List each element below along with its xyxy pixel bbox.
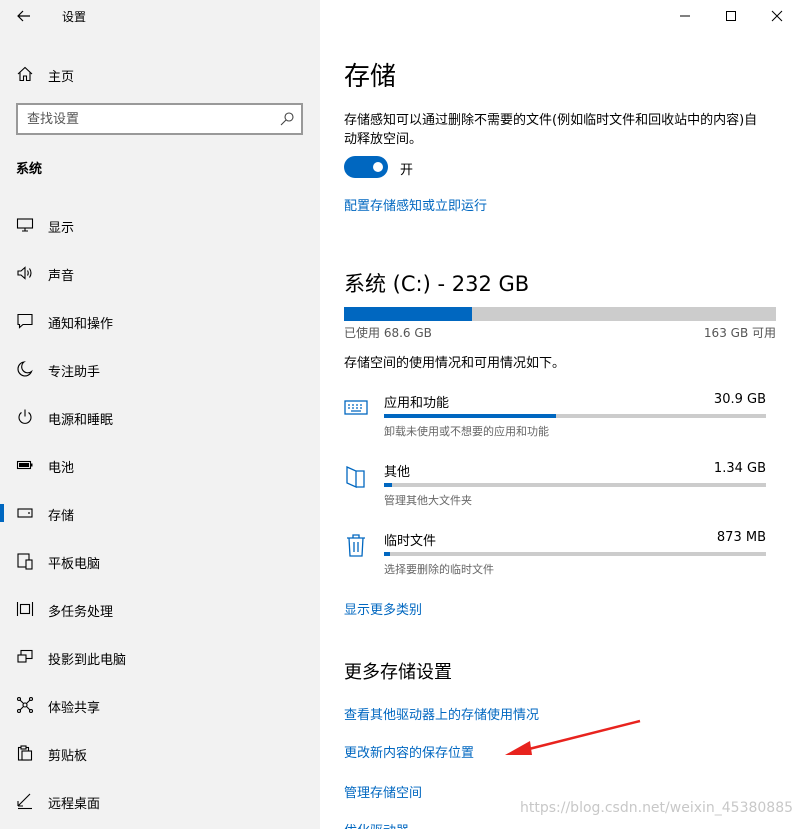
search-input[interactable] xyxy=(18,105,258,133)
sidebar-item-home[interactable]: 主页 xyxy=(0,58,320,90)
sidebar-item-label: 剪贴板 xyxy=(48,749,88,764)
category-size: 873 MB xyxy=(716,530,766,545)
sidebar-item-project[interactable]: 投影到此电脑 xyxy=(0,640,320,688)
trash-icon xyxy=(347,534,365,557)
minimize-button[interactable] xyxy=(662,0,708,32)
search-box[interactable] xyxy=(16,103,303,135)
sidebar-item-shared-experiences[interactable]: 体验共享 xyxy=(0,688,320,736)
sidebar-item-label: 多任务处理 xyxy=(48,605,114,620)
more-storage-settings-title: 更多存储设置 xyxy=(344,662,452,683)
category-bar-fill xyxy=(384,483,392,487)
minimize-icon xyxy=(680,15,690,17)
show-more-categories-link[interactable]: 显示更多类别 xyxy=(344,599,422,618)
storage-sense-description: 存储感知可以通过删除不需要的文件(例如临时文件和回收站中的内容)自动释放空间。 xyxy=(344,113,758,147)
toggle-state-label: 开 xyxy=(400,163,414,178)
sidebar: 设置 主页 系统 显示 声音 通知和操作 专注助手 xyxy=(0,0,320,829)
maximize-button[interactable] xyxy=(708,0,754,32)
share-icon xyxy=(16,696,34,714)
tablet-icon xyxy=(17,553,33,570)
drive-title: 系统 (C:) - 232 GB xyxy=(344,272,530,296)
optimize-drives-link[interactable]: 优化驱动器 xyxy=(344,820,409,829)
close-button[interactable] xyxy=(754,0,800,32)
display-icon xyxy=(16,218,34,232)
sidebar-item-label: 通知和操作 xyxy=(48,317,114,332)
page-title: 存储 xyxy=(344,62,397,92)
folder-icon xyxy=(346,465,365,489)
sidebar-item-multitasking[interactable]: 多任务处理 xyxy=(0,592,320,640)
sidebar-item-label: 存储 xyxy=(48,509,75,524)
sidebar-item-label: 电池 xyxy=(48,461,75,476)
home-icon xyxy=(17,66,33,82)
toggle-knob xyxy=(373,162,383,172)
category-bar xyxy=(384,414,766,418)
notification-icon xyxy=(17,313,33,329)
window-controls xyxy=(662,0,800,32)
configure-storage-sense-link[interactable]: 配置存储感知或立即运行 xyxy=(344,195,487,214)
usage-description: 存储空间的使用情况和可用情况如下。 xyxy=(344,356,566,371)
category-temp-files[interactable]: 临时文件 873 MB 选择要删除的临时文件 xyxy=(344,530,776,590)
remote-desktop-icon xyxy=(17,793,32,810)
free-space-label: 163 GB 可用 xyxy=(703,326,776,340)
clipboard-icon xyxy=(17,745,33,761)
sidebar-item-display[interactable]: 显示 xyxy=(0,208,320,256)
sidebar-item-label: 声音 xyxy=(48,269,75,284)
title-bar: 设置 xyxy=(0,0,320,32)
storage-sense-toggle[interactable] xyxy=(344,156,388,178)
drive-usage-bar xyxy=(344,307,776,321)
sidebar-item-label: 专注助手 xyxy=(48,365,101,380)
power-icon xyxy=(18,409,32,424)
category-name: 临时文件 xyxy=(384,534,437,549)
sidebar-item-battery[interactable]: 电池 xyxy=(0,448,320,496)
sidebar-item-label: 显示 xyxy=(48,221,75,236)
home-label: 主页 xyxy=(48,70,75,85)
sidebar-item-remote-desktop[interactable]: 远程桌面 xyxy=(0,784,320,829)
category-bar xyxy=(384,552,766,556)
multitask-icon xyxy=(16,602,34,616)
sidebar-item-focus-assist[interactable]: 专注助手 xyxy=(0,352,320,400)
manage-storage-spaces-link[interactable]: 管理存储空间 xyxy=(344,782,422,801)
category-apps[interactable]: 应用和功能 30.9 GB 卸载未使用或不想要的应用和功能 xyxy=(344,392,776,452)
sidebar-item-tablet[interactable]: 平板电脑 xyxy=(0,544,320,592)
category-subtitle: 卸载未使用或不想要的应用和功能 xyxy=(384,425,549,438)
storage-icon xyxy=(17,508,33,518)
search-icon[interactable] xyxy=(279,111,295,127)
category-bar xyxy=(384,483,766,487)
sidebar-item-notifications[interactable]: 通知和操作 xyxy=(0,304,320,352)
sidebar-item-storage[interactable]: 存储 xyxy=(0,496,320,544)
watermark: https://blog.csdn.net/weixin_45380885 xyxy=(520,800,794,816)
app-title: 设置 xyxy=(62,10,87,24)
category-name: 其他 xyxy=(384,465,411,480)
category-other[interactable]: 其他 1.34 GB 管理其他大文件夹 xyxy=(344,461,776,521)
sidebar-item-clipboard[interactable]: 剪贴板 xyxy=(0,736,320,784)
change-save-location-link[interactable]: 更改新内容的保存位置 xyxy=(344,742,474,761)
annotation-arrow xyxy=(505,719,641,755)
category-size: 30.9 GB xyxy=(713,392,766,407)
sidebar-item-power[interactable]: 电源和睡眠 xyxy=(0,400,320,448)
category-bar-fill xyxy=(384,414,556,418)
category-subtitle: 选择要删除的临时文件 xyxy=(384,563,494,576)
battery-icon xyxy=(16,460,33,470)
category-size: 1.34 GB xyxy=(713,461,766,476)
keyboard-icon xyxy=(344,400,368,415)
moon-icon xyxy=(17,361,33,377)
sidebar-item-sound[interactable]: 声音 xyxy=(0,256,320,304)
main-content: 存储 存储感知可以通过删除不需要的文件(例如临时文件和回收站中的内容)自动释放空… xyxy=(320,0,800,829)
sidebar-item-label: 远程桌面 xyxy=(48,797,101,812)
used-space-label: 已使用 68.6 GB xyxy=(344,326,432,340)
drive-usage-fill xyxy=(344,307,472,321)
sidebar-nav: 显示 声音 通知和操作 专注助手 电源和睡眠 电池 存储 平板电脑 多任务处理 … xyxy=(0,208,320,829)
maximize-icon xyxy=(726,11,736,21)
category-subtitle: 管理其他大文件夹 xyxy=(384,494,472,507)
back-arrow-icon[interactable] xyxy=(14,6,34,26)
sidebar-item-label: 体验共享 xyxy=(48,701,101,716)
category-bar-fill xyxy=(384,552,390,556)
section-title: 系统 xyxy=(16,162,43,177)
project-icon xyxy=(17,649,33,663)
close-icon xyxy=(771,10,783,22)
sidebar-item-label: 电源和睡眠 xyxy=(48,413,114,428)
sidebar-item-label: 投影到此电脑 xyxy=(48,653,127,668)
category-name: 应用和功能 xyxy=(384,396,450,411)
sidebar-item-label: 平板电脑 xyxy=(48,557,101,572)
sound-icon xyxy=(17,266,32,280)
